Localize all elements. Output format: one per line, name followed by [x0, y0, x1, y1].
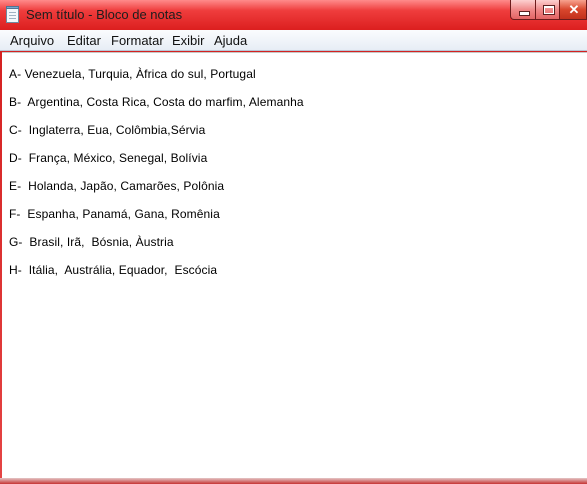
- title-bar[interactable]: Sem título - Bloco de notas ✕: [0, 0, 587, 30]
- close-icon: ✕: [568, 2, 580, 17]
- text-line-g: G- Brasil, Irã, Bósnia, Àustria: [9, 235, 174, 249]
- window-title: Sem título - Bloco de notas: [26, 7, 183, 22]
- text-line-d: D- França, México, Senegal, Bolívia: [9, 151, 208, 165]
- text-line-h: H- Itália, Austrália, Equador, Escócia: [9, 263, 218, 277]
- window-bottom-border: [0, 478, 587, 484]
- menu-bar: Arquivo Editar Formatar Exibir Ajuda: [0, 30, 587, 51]
- text-editor-area[interactable]: A- Venezuela, Turquia, Àfrica do sul, Po…: [2, 52, 587, 478]
- notepad-window: Sem título - Bloco de notas ✕ Arquivo Ed…: [0, 0, 587, 484]
- maximize-button[interactable]: [535, 0, 560, 20]
- menu-formatar[interactable]: Formatar: [111, 33, 164, 48]
- maximize-icon: [543, 5, 555, 15]
- minimize-icon: [519, 11, 530, 16]
- menu-exibir[interactable]: Exibir: [172, 33, 205, 48]
- text-line-e: E- Holanda, Japão, Camarões, Polônia: [9, 179, 225, 193]
- menu-arquivo[interactable]: Arquivo: [10, 33, 54, 48]
- minimize-button[interactable]: [510, 0, 536, 20]
- text-line-c: C- Inglaterra, Eua, Colômbia,Sérvia: [9, 123, 206, 137]
- notepad-icon: [6, 6, 19, 23]
- text-line-b: B- Argentina, Costa Rica, Costa do marfi…: [9, 95, 304, 109]
- text-line-f: F- Espanha, Panamá, Gana, Romênia: [9, 207, 220, 221]
- text-line-a: A- Venezuela, Turquia, Àfrica do sul, Po…: [9, 67, 256, 81]
- menu-editar[interactable]: Editar: [67, 33, 101, 48]
- menu-ajuda[interactable]: Ajuda: [214, 33, 247, 48]
- close-button[interactable]: ✕: [559, 0, 587, 20]
